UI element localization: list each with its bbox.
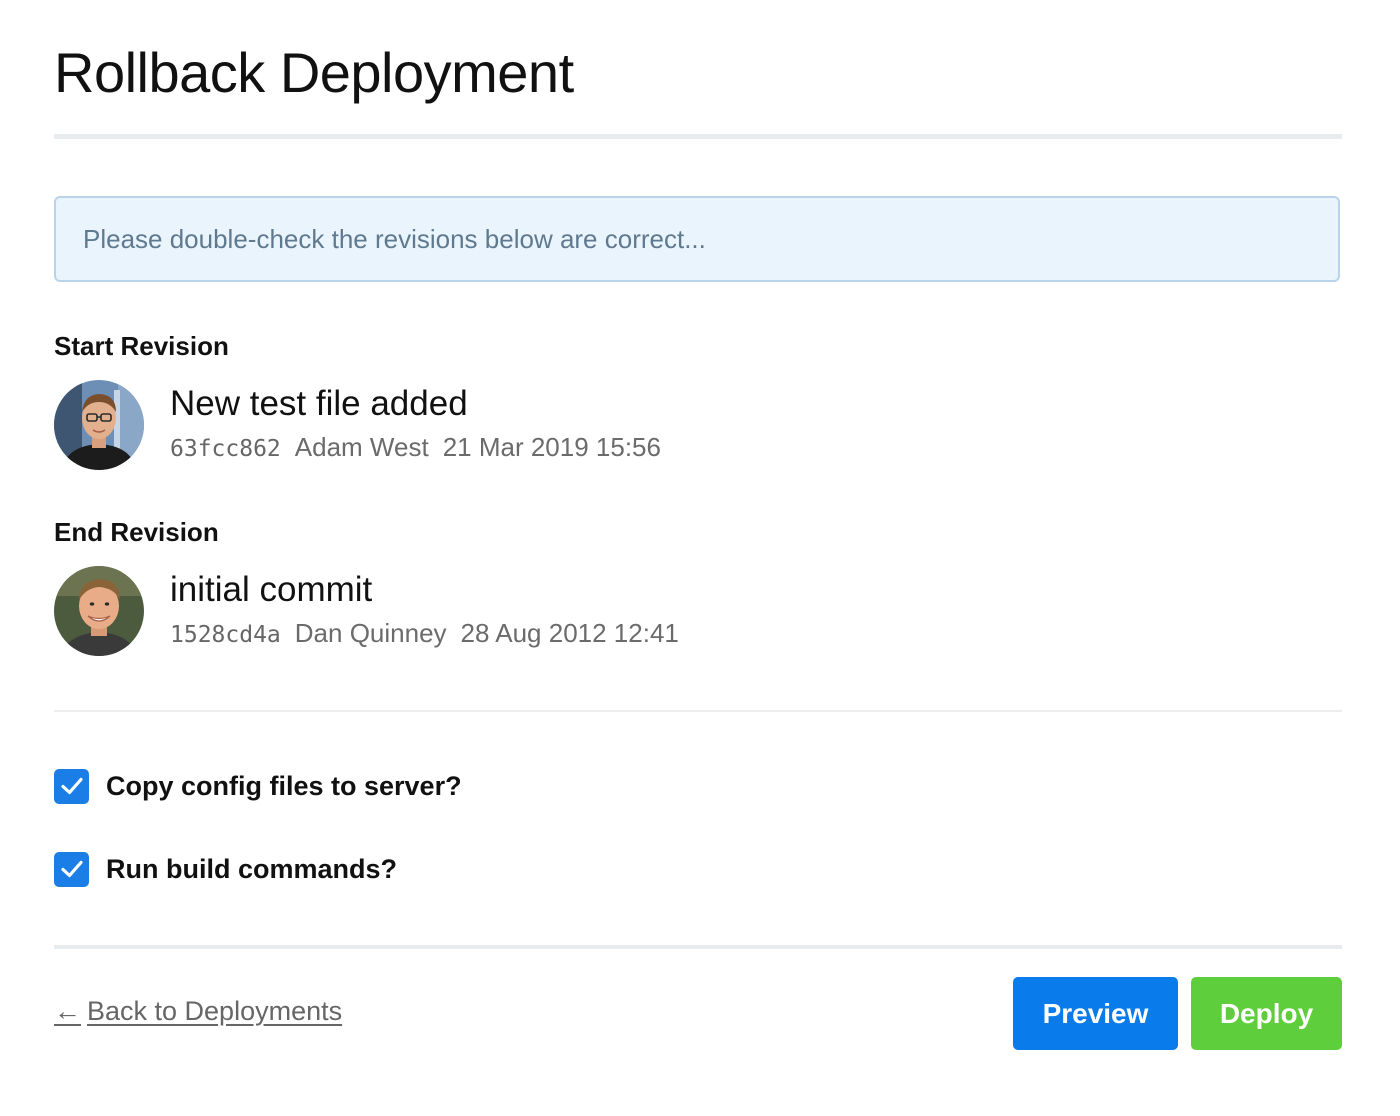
start-revision-message: New test file added bbox=[170, 384, 468, 423]
copy-config-checkbox[interactable] bbox=[54, 768, 89, 804]
section-divider bbox=[54, 710, 1342, 712]
start-revision-label: Start Revision bbox=[54, 331, 229, 361]
page-title: Rollback Deployment bbox=[54, 41, 574, 104]
user-avatar-icon bbox=[54, 380, 144, 470]
start-revision: New test file added 63fcc862 Adam West 2… bbox=[54, 380, 1342, 472]
copy-config-label: Copy config files to server? bbox=[106, 770, 462, 801]
copy-config-option[interactable]: Copy config files to server? bbox=[54, 768, 462, 804]
footer-divider bbox=[54, 945, 1342, 949]
user-avatar-icon bbox=[54, 566, 144, 656]
end-revision-message: initial commit bbox=[170, 570, 373, 609]
notice-banner: Please double-check the revisions below … bbox=[54, 196, 1340, 282]
end-revision-author: Dan Quinney bbox=[294, 618, 447, 648]
back-to-deployments-link[interactable]: ← Back to Deployments bbox=[54, 996, 342, 1027]
title-divider bbox=[54, 134, 1342, 139]
start-revision-meta: 63fcc862 Adam West 21 Mar 2019 15:56 bbox=[170, 432, 661, 463]
end-revision: initial commit 1528cd4a Dan Quinney 28 A… bbox=[54, 566, 1342, 658]
start-revision-hash: 63fcc862 bbox=[170, 436, 281, 462]
end-revision-hash: 1528cd4a bbox=[170, 622, 281, 648]
checkmark-icon bbox=[60, 777, 83, 795]
end-revision-meta: 1528cd4a Dan Quinney 28 Aug 2012 12:41 bbox=[170, 618, 679, 649]
end-revision-date: 28 Aug 2012 12:41 bbox=[460, 618, 679, 648]
run-build-label: Run build commands? bbox=[106, 853, 398, 884]
run-build-option[interactable]: Run build commands? bbox=[54, 851, 397, 887]
start-revision-date: 21 Mar 2019 15:56 bbox=[442, 432, 661, 462]
checkmark-icon bbox=[60, 860, 83, 878]
run-build-checkbox[interactable] bbox=[54, 851, 89, 887]
start-revision-author: Adam West bbox=[294, 432, 429, 462]
notice-text: Please double-check the revisions below … bbox=[83, 223, 706, 254]
arrow-left-icon: ← bbox=[54, 996, 81, 1026]
deploy-button[interactable]: Deploy bbox=[1191, 977, 1342, 1050]
preview-button[interactable]: Preview bbox=[1013, 977, 1178, 1050]
end-revision-label: End Revision bbox=[54, 517, 219, 547]
back-link-label: Back to Deployments bbox=[87, 996, 343, 1026]
